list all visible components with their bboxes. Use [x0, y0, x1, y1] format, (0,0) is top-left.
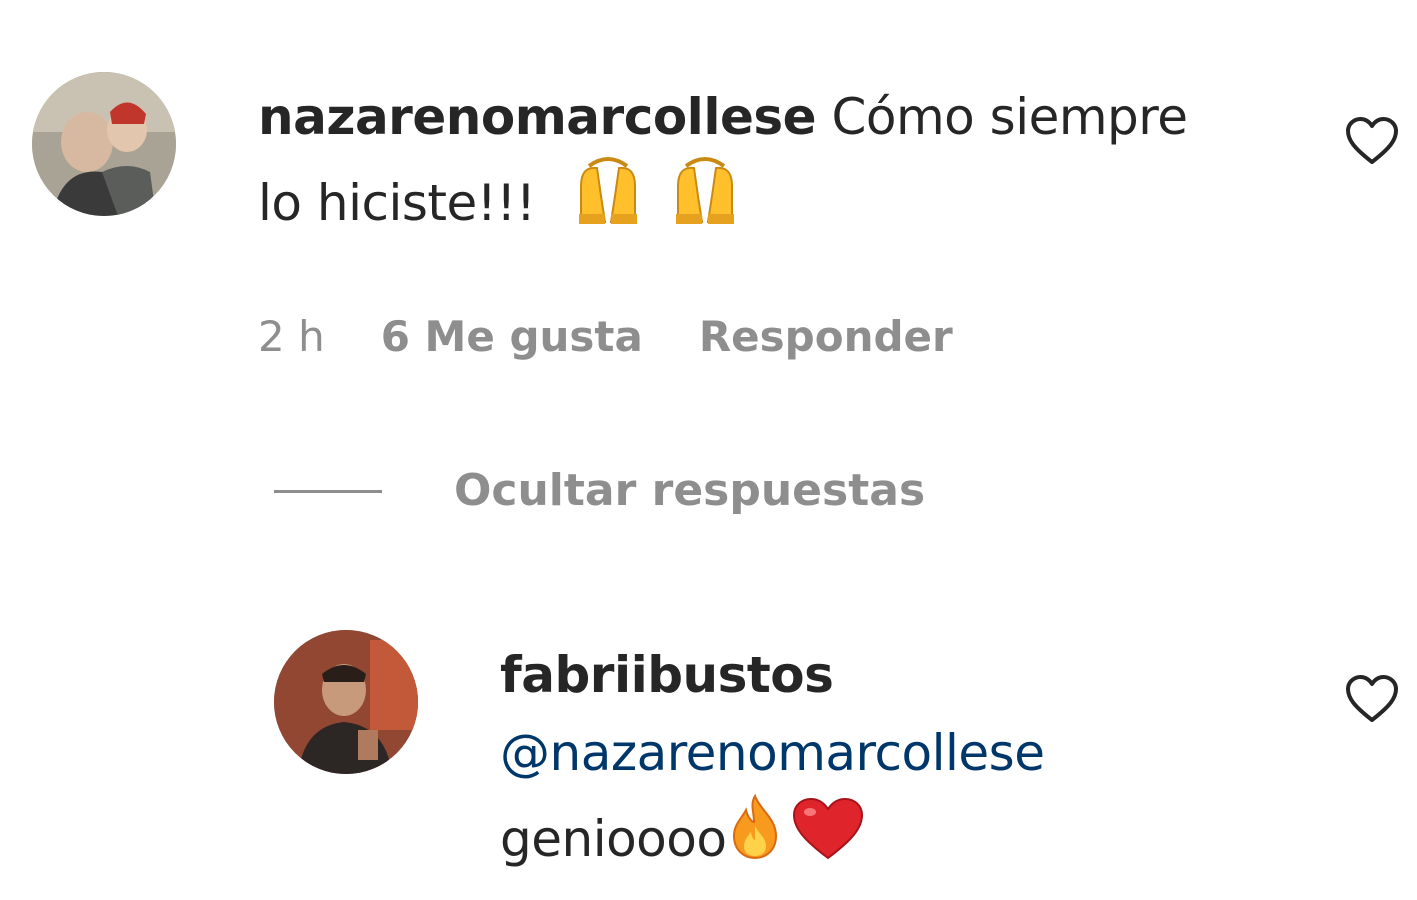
fire-icon: [726, 792, 784, 884]
reply-heart-icon[interactable]: [1344, 674, 1400, 724]
raising-hands-icon: [668, 156, 742, 248]
comment-text-part2: lo hiciste!!!: [258, 174, 536, 232]
reply-line-2: @nazarenomarcollese: [500, 714, 1300, 792]
reply-username[interactable]: fabriibustos: [500, 646, 834, 704]
reply-avatar[interactable]: [274, 630, 418, 774]
comment-line-1: nazarenomarcollese Cómo siempre: [258, 78, 1298, 156]
comment-line-2: lo hiciste!!!: [258, 156, 1298, 248]
raising-hands-icon: [571, 156, 645, 248]
avatar[interactable]: [32, 72, 176, 216]
reply-line-3: genioooo: [500, 792, 1300, 884]
reply-body: fabriibustos @nazarenomarcollese geniooo…: [500, 636, 1300, 884]
avatar-photo: [32, 72, 176, 216]
heart-icon[interactable]: [1344, 116, 1400, 166]
reply-mention[interactable]: @nazarenomarcollese: [500, 724, 1045, 782]
hide-replies-button[interactable]: Ocultar respuestas: [274, 466, 925, 516]
comment-meta: 2 h 6 Me gusta Responder: [258, 312, 953, 362]
comment-timestamp[interactable]: 2 h: [258, 312, 325, 362]
reply-button[interactable]: Responder: [699, 312, 953, 362]
hide-replies-label: Ocultar respuestas: [454, 465, 926, 516]
reply-text: genioooo: [500, 810, 727, 868]
hide-replies-divider: [274, 489, 382, 493]
comment-body: nazarenomarcollese Cómo siempre lo hicis…: [258, 78, 1298, 248]
reply-avatar-photo: [274, 630, 418, 774]
comment-username[interactable]: nazarenomarcollese: [258, 88, 817, 146]
likes-count-button[interactable]: 6 Me gusta: [381, 312, 643, 362]
red-heart-icon: [790, 796, 866, 884]
comment-text-part1: Cómo siempre: [831, 88, 1188, 146]
reply-line-1: fabriibustos: [500, 636, 1300, 714]
